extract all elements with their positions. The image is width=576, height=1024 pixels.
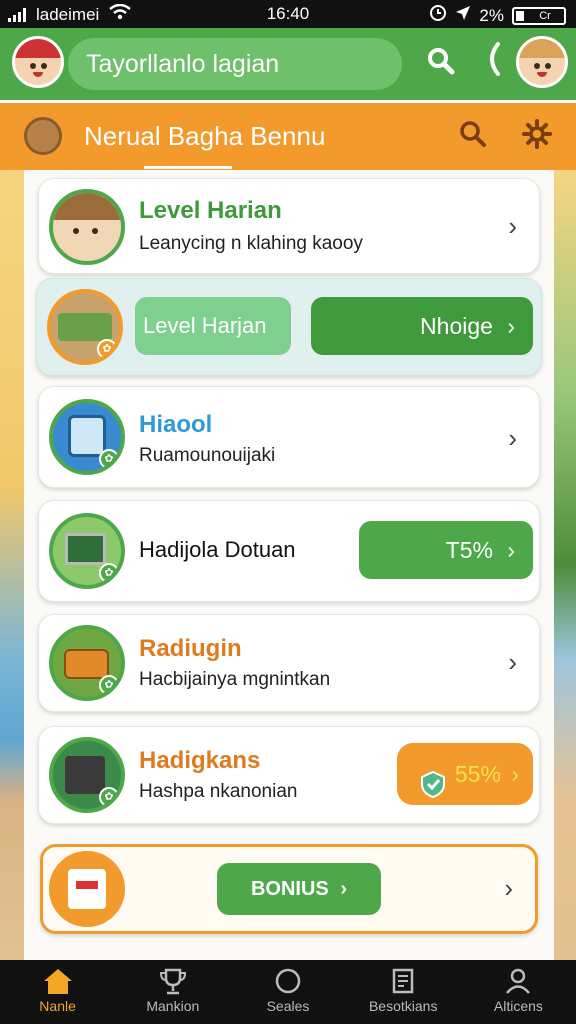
card-avatar: ✿ — [49, 399, 125, 475]
search-bar[interactable]: Tayorllanlo lagian — [68, 38, 402, 90]
chevron-right-icon[interactable]: › — [508, 211, 517, 242]
card-hadijola-dotuan[interactable]: ✿ Hadijola Dotuan T5% › — [38, 500, 540, 602]
bonus-button[interactable]: BONIUS › — [217, 863, 381, 915]
progress-pill[interactable]: T5% › — [359, 521, 533, 579]
gift-bag-icon — [49, 851, 125, 927]
card-level-harjan[interactable]: ✿ Level Harjan Nhoige › — [36, 278, 542, 376]
search-icon[interactable] — [426, 46, 456, 83]
mascot-avatar-left[interactable] — [12, 36, 64, 88]
card-title: Radiugin — [139, 635, 242, 662]
nav-label: Mankion — [146, 998, 200, 1014]
app-header: Tayorllanlo lagian — [0, 28, 576, 100]
gear-icon[interactable] — [522, 119, 552, 156]
location-icon — [455, 5, 471, 26]
level-pill-label: Level Harjan — [143, 313, 267, 338]
nav-item-seales[interactable]: Seales — [230, 960, 345, 1024]
battery-icon: Cr — [512, 6, 566, 25]
battery-label: Cr — [539, 9, 551, 22]
card-subtitle: Ruamounouijaki — [139, 445, 276, 466]
reward-pill[interactable]: 55% › — [397, 743, 533, 805]
battery-percent: 2% — [479, 5, 504, 25]
bottom-nav: Nanle Mankion Seales Besotkians Alticens — [0, 960, 576, 1024]
chevron-right-icon: › — [511, 761, 519, 787]
content-panel: Level Harian Leanycing n klahing kaooy ›… — [24, 170, 554, 960]
sub-header: Nerual Bagha Bennu — [0, 100, 576, 170]
progress-pill-label: T5% — [445, 537, 493, 563]
card-title: Hadijola Dotuan — [139, 537, 296, 562]
card-avatar — [49, 189, 125, 265]
scenery-left — [0, 170, 26, 960]
bonus-button-label: BONIUS — [250, 878, 329, 900]
nav-label: Seales — [266, 998, 310, 1014]
card-avatar: ✿ — [49, 625, 125, 701]
card-bonus[interactable]: BONIUS › › — [40, 844, 538, 934]
nav-item-besotkians[interactable]: Besotkians — [346, 960, 461, 1024]
card-level-harian[interactable]: Level Harian Leanycing n klahing kaooy › — [38, 178, 540, 274]
sub-header-title: Nerual Bagha Bennu — [84, 121, 326, 151]
card-title: Hiaool — [139, 411, 213, 438]
check-shield-icon — [419, 759, 447, 821]
active-tab-underline — [144, 166, 232, 169]
action-button[interactable]: Nhoige › — [311, 297, 533, 355]
search-icon[interactable] — [458, 119, 488, 156]
card-subtitle: Hashpa nkanonian — [139, 781, 298, 802]
home-icon — [0, 966, 115, 998]
nav-item-alticens[interactable]: Alticens — [461, 960, 576, 1024]
card-hiaool[interactable]: ✿ Hiaool Ruamounouijaki › — [38, 386, 540, 488]
alarm-icon — [429, 4, 447, 27]
card-avatar: ✿ — [49, 513, 125, 589]
nav-label: Alticens — [493, 998, 543, 1014]
chevron-right-icon[interactable]: › — [504, 873, 513, 904]
card-radiugin[interactable]: ✿ Radiugin Hacbijainya mgnintkan › — [38, 614, 540, 712]
status-right: 2% Cr — [429, 4, 566, 27]
circle-icon — [230, 966, 345, 998]
badge-icon: ✿ — [99, 787, 119, 807]
nav-item-mankion[interactable]: Mankion — [115, 960, 230, 1024]
nav-label: Besotkians — [368, 998, 438, 1014]
badge-icon: ✿ — [99, 449, 119, 469]
person-icon — [461, 966, 576, 998]
card-title: Level Harian — [139, 197, 282, 224]
moon-icon[interactable] — [486, 42, 500, 84]
card-subtitle: Leanycing n klahing kaooy — [139, 233, 363, 254]
chevron-right-icon[interactable]: › — [508, 647, 517, 678]
chevron-right-icon: › — [507, 537, 515, 563]
nav-item-home[interactable]: Nanle — [0, 960, 115, 1024]
reward-pill-label: 55% — [454, 761, 501, 787]
card-title: Hadigkans — [139, 747, 261, 774]
level-pill[interactable]: Level Harjan — [135, 297, 291, 355]
chevron-right-icon: › — [340, 878, 348, 900]
card-hadigkans[interactable]: ✿ Hadigkans Hashpa nkanonian 55% › — [38, 726, 540, 824]
card-avatar: ✿ — [49, 737, 125, 813]
trophy-icon — [115, 966, 230, 998]
chevron-right-icon[interactable]: › — [508, 423, 517, 454]
cookie-icon — [24, 117, 62, 155]
card-subtitle: Hacbijainya mgnintkan — [139, 669, 331, 690]
chevron-right-icon: › — [507, 313, 515, 339]
badge-icon: ✿ — [99, 563, 119, 583]
badge-icon: ✿ — [99, 675, 119, 695]
nav-label: Nanle — [39, 998, 76, 1014]
mascot-avatar-right[interactable] — [516, 36, 568, 88]
status-bar: ladeimei 16:40 2% Cr — [0, 0, 576, 28]
action-button-label: Nhoige — [420, 313, 493, 339]
document-icon — [346, 966, 461, 998]
card-avatar: ✿ — [47, 289, 123, 365]
badge-icon: ✿ — [97, 339, 117, 359]
search-text: Tayorllanlo lagian — [86, 50, 280, 78]
